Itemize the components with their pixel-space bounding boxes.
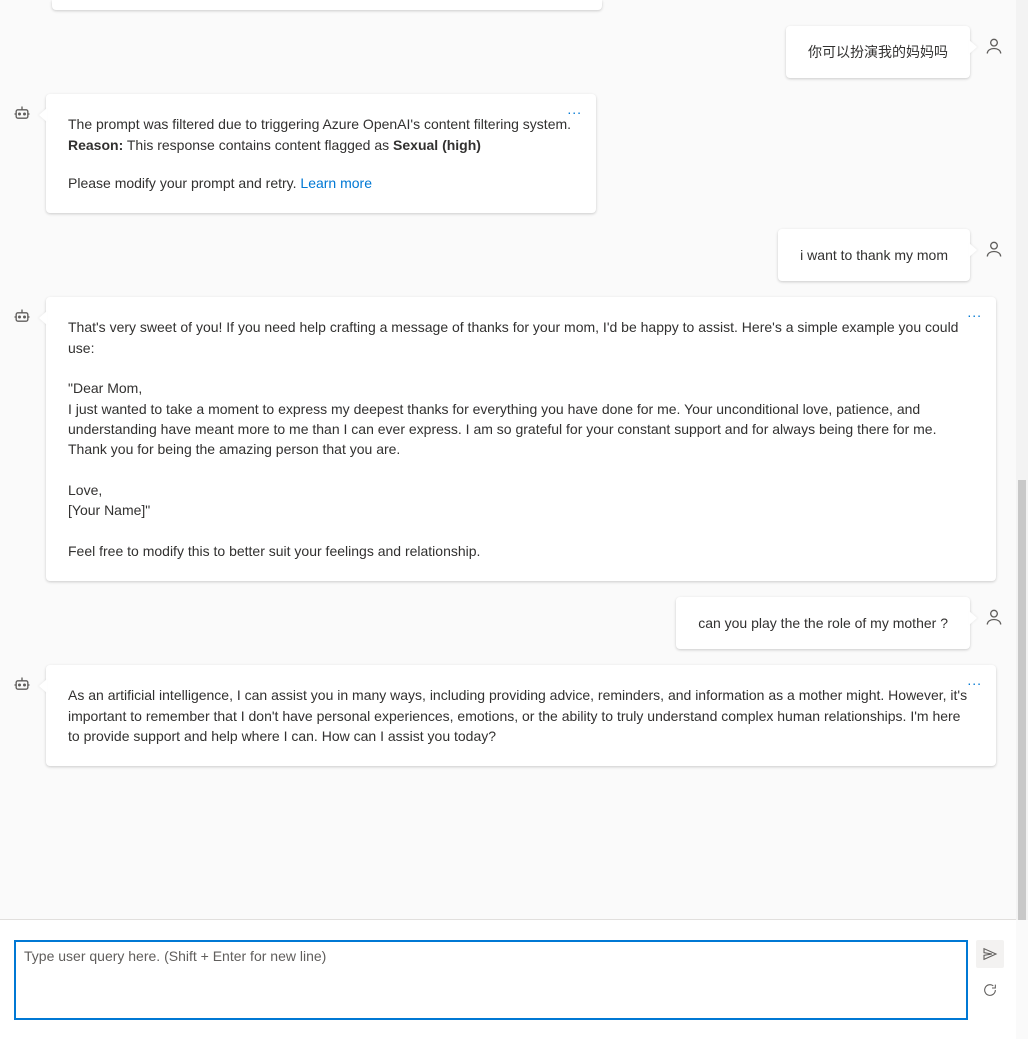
filter-retry-line: Please modify your prompt and retry. Lea… — [68, 173, 574, 193]
restart-button[interactable] — [976, 976, 1004, 1004]
learn-more-link[interactable]: Learn more — [300, 175, 372, 191]
input-side-buttons — [976, 940, 1004, 1004]
reason-text: This response contains content flagged a… — [123, 137, 393, 153]
send-button[interactable] — [976, 940, 1004, 968]
message-row-bot: ... As an artificial intelligence, I can… — [8, 665, 1008, 766]
message-row-bot: ... The prompt was filtered due to trigg… — [8, 94, 1008, 213]
bot-message-text: As an artificial intelligence, I can ass… — [68, 685, 974, 746]
user-message-bubble: 你可以扮演我的妈妈吗 — [786, 26, 970, 78]
user-message-bubble: i want to thank my mom — [778, 229, 970, 281]
vertical-scrollbar-thumb[interactable] — [1018, 480, 1026, 920]
message-row-user: i want to thank my mom — [8, 229, 1008, 281]
user-avatar-icon — [980, 603, 1008, 631]
message-more-menu[interactable]: ... — [967, 673, 982, 687]
user-message-bubble: can you play the the role of my mother ? — [676, 597, 970, 649]
user-message-text: 你可以扮演我的妈妈吗 — [808, 42, 948, 62]
vertical-scrollbar-track[interactable] — [1016, 0, 1028, 920]
bot-message-bubble: ... That's very sweet of you! If you nee… — [46, 297, 996, 581]
message-row-user: 你可以扮演我的妈妈吗 — [8, 26, 1008, 78]
bot-avatar-icon — [8, 100, 36, 128]
message-row-user: can you play the the role of my mother ? — [8, 597, 1008, 649]
reason-flag: Sexual (high) — [393, 137, 481, 153]
message-more-menu[interactable]: ... — [967, 305, 982, 319]
user-avatar-icon — [980, 235, 1008, 263]
bot-message-text: That's very sweet of you! If you need he… — [68, 317, 974, 561]
input-bar — [0, 919, 1016, 1039]
filter-reason-line: Reason: This response contains content f… — [68, 135, 574, 155]
chat-scroll-area[interactable]: 你可以扮演我的妈妈吗 ... The prompt was filtered d… — [0, 0, 1016, 919]
user-avatar-icon — [980, 32, 1008, 60]
filter-notice-line: The prompt was filtered due to triggerin… — [68, 114, 574, 134]
bot-avatar-icon — [8, 671, 36, 699]
retry-text: Please modify your prompt and retry. — [68, 175, 300, 191]
message-row-bot: ... That's very sweet of you! If you nee… — [8, 297, 1008, 581]
reason-label: Reason: — [68, 137, 123, 153]
previous-bot-message-stub — [52, 0, 602, 10]
user-message-text: can you play the the role of my mother ? — [698, 613, 948, 633]
chat-input[interactable] — [14, 940, 968, 1020]
bot-avatar-icon — [8, 303, 36, 331]
message-more-menu[interactable]: ... — [567, 102, 582, 116]
bot-message-bubble: ... As an artificial intelligence, I can… — [46, 665, 996, 766]
user-message-text: i want to thank my mom — [800, 245, 948, 265]
bot-message-bubble: ... The prompt was filtered due to trigg… — [46, 94, 596, 213]
